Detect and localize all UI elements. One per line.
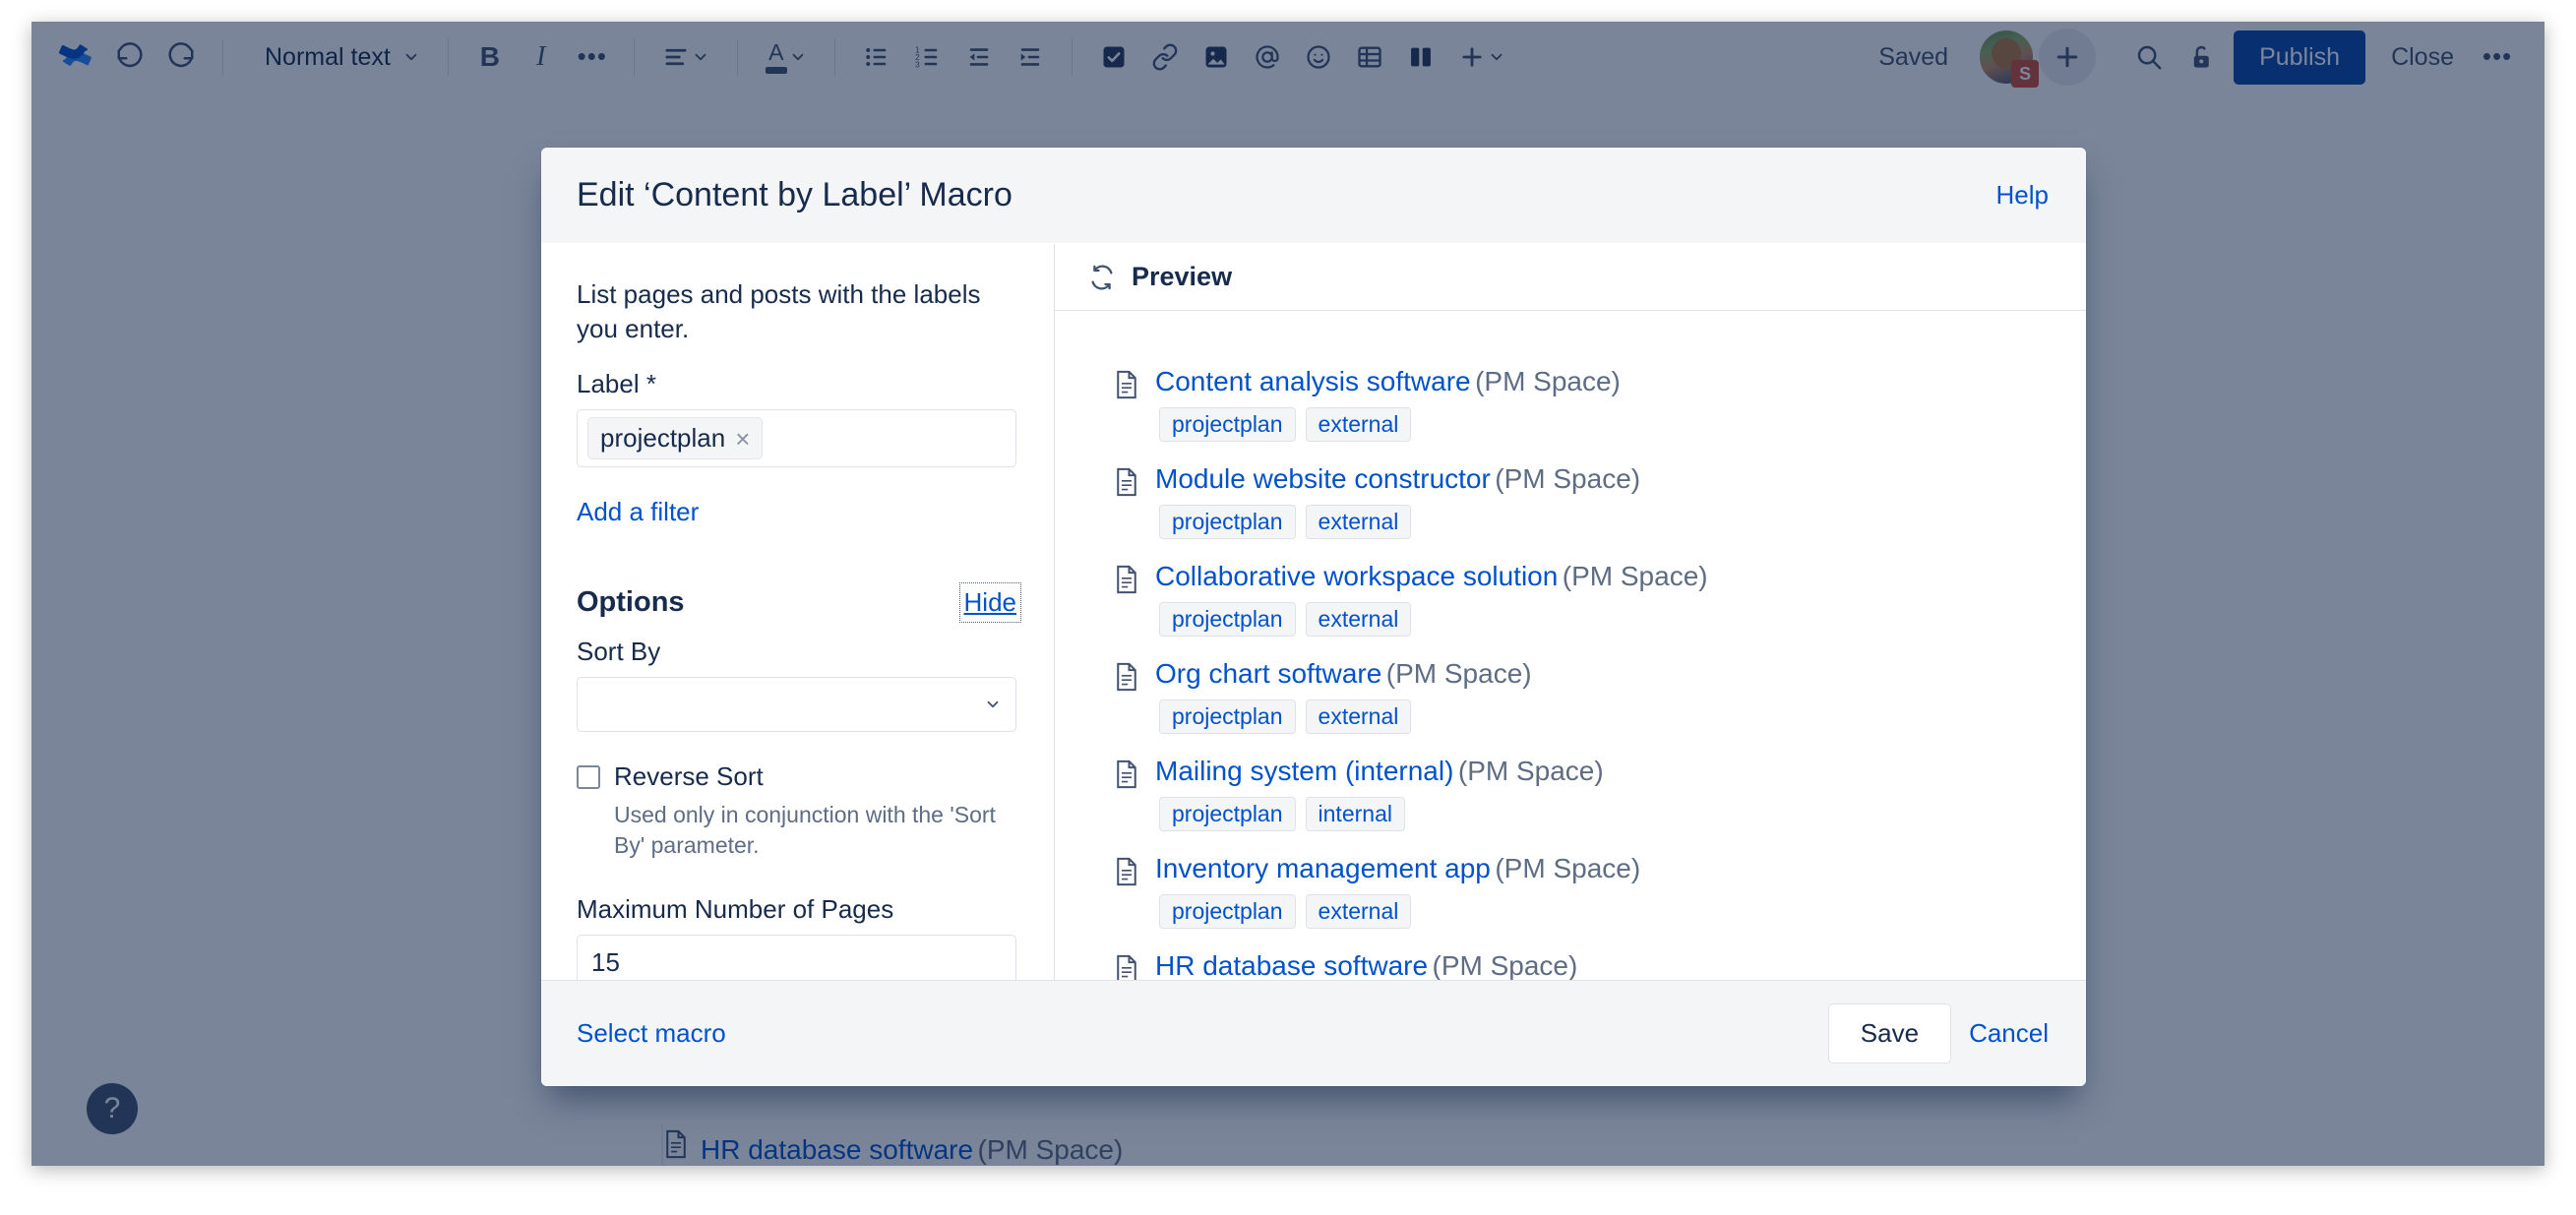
add-filter-link[interactable]: Add a filter: [577, 497, 699, 527]
page-document-icon: [1114, 759, 1139, 789]
macro-parameters-panel: List pages and posts with the labels you…: [541, 244, 1055, 980]
label-chip-list: projectplan external: [1159, 407, 2053, 442]
label-field-label: Label *: [577, 369, 1016, 399]
reverse-sort-checkbox[interactable]: [577, 765, 600, 789]
list-item: Content analysis software (PM Space) pro…: [1114, 366, 2053, 442]
page-space: (PM Space): [1433, 950, 1578, 980]
preview-title: Preview: [1132, 262, 1232, 292]
dialog-body: List pages and posts with the labels you…: [541, 244, 2086, 980]
label-chip[interactable]: external: [1306, 407, 1412, 442]
reverse-sort-hint: Used only in conjunction with the 'Sort …: [614, 800, 1016, 861]
page-link[interactable]: Collaborative workspace solution: [1155, 561, 1558, 591]
page-document-icon: [1114, 857, 1139, 886]
label-chip[interactable]: projectplan: [1159, 505, 1296, 539]
max-pages-input[interactable]: [577, 935, 1016, 980]
select-macro-link[interactable]: Select macro: [577, 1018, 726, 1049]
page-link[interactable]: Module website constructor: [1155, 463, 1491, 494]
list-item: Module website constructor (PM Space) pr…: [1114, 463, 2053, 539]
page-document-icon: [1114, 954, 1139, 980]
page-space: (PM Space): [1563, 561, 1708, 591]
dialog-title: Edit ‘Content by Label’ Macro: [577, 176, 1012, 214]
page-document-icon: [1114, 565, 1139, 594]
app-root: Normal text B I ••• A: [0, 0, 2576, 1215]
close-icon[interactable]: ×: [735, 426, 750, 452]
sort-by-label: Sort By: [577, 637, 1016, 667]
page-link[interactable]: Org chart software: [1155, 658, 1381, 689]
page-link[interactable]: HR database software: [1155, 950, 1428, 980]
label-chip-list: projectplan internal: [1159, 797, 2053, 831]
max-pages-group: Maximum Number of Pages: [577, 894, 1016, 980]
list-item: HR database software (PM Space) projectp…: [1114, 950, 2053, 980]
preview-header: Preview: [1055, 244, 2086, 311]
list-item: Org chart software (PM Space) projectpla…: [1114, 658, 2053, 734]
page-link[interactable]: Inventory management app: [1155, 853, 1491, 883]
page-document-icon: [1114, 662, 1139, 692]
label-token-text: projectplan: [600, 423, 725, 454]
label-chip-list: projectplan external: [1159, 505, 2053, 539]
label-chip-list: projectplan external: [1159, 894, 2053, 929]
page-link[interactable]: Mailing system (internal): [1155, 756, 1453, 786]
page-space: (PM Space): [1458, 756, 1604, 786]
page-document-icon: [1114, 370, 1139, 399]
refresh-icon[interactable]: [1088, 264, 1116, 291]
label-chip[interactable]: external: [1306, 894, 1412, 929]
reverse-sort-row[interactable]: Reverse Sort: [577, 761, 1016, 792]
label-chip-list: projectplan external: [1159, 602, 2053, 637]
help-link[interactable]: Help: [1996, 180, 2049, 211]
label-field-group: Label * projectplan ×: [577, 369, 1016, 467]
hide-options-link[interactable]: Hide: [964, 587, 1016, 618]
dialog-footer: Select macro Save Cancel: [541, 980, 2086, 1086]
label-chip-list: projectplan external: [1159, 699, 2053, 734]
preview-results-list: Content analysis software (PM Space) pro…: [1055, 311, 2086, 980]
page-link[interactable]: Content analysis software: [1155, 366, 1471, 396]
label-chip[interactable]: external: [1306, 602, 1412, 637]
dialog-header: Edit ‘Content by Label’ Macro Help: [541, 148, 2086, 244]
sort-by-select[interactable]: [577, 677, 1016, 732]
page-space: (PM Space): [1495, 853, 1640, 883]
save-button[interactable]: Save: [1828, 1003, 1951, 1063]
dialog-actions: Save Cancel: [1828, 1003, 2049, 1063]
max-pages-label: Maximum Number of Pages: [577, 894, 1016, 925]
list-item: Mailing system (internal) (PM Space) pro…: [1114, 756, 2053, 831]
label-chip[interactable]: projectplan: [1159, 699, 1296, 734]
label-chip[interactable]: internal: [1306, 797, 1405, 831]
label-chip[interactable]: external: [1306, 505, 1412, 539]
list-item: Collaborative workspace solution (PM Spa…: [1114, 561, 2053, 637]
sort-by-group: Sort By: [577, 637, 1016, 732]
cancel-link[interactable]: Cancel: [1969, 1018, 2049, 1049]
preview-panel: Preview Content analysis software (PM Sp…: [1055, 244, 2086, 980]
chevron-down-icon: [984, 696, 1002, 713]
options-title: Options: [577, 586, 685, 619]
page-space: (PM Space): [1475, 366, 1621, 396]
page-document-icon: [1114, 467, 1139, 497]
edit-macro-dialog: Edit ‘Content by Label’ Macro Help List …: [541, 148, 2086, 1086]
label-chip[interactable]: projectplan: [1159, 602, 1296, 637]
label-chip[interactable]: projectplan: [1159, 894, 1296, 929]
page-space: (PM Space): [1386, 658, 1532, 689]
macro-description: List pages and posts with the labels you…: [577, 277, 1016, 345]
label-chip[interactable]: projectplan: [1159, 797, 1296, 831]
label-token[interactable]: projectplan ×: [587, 417, 763, 459]
label-chip[interactable]: projectplan: [1159, 407, 1296, 442]
page-space: (PM Space): [1495, 463, 1640, 494]
reverse-sort-label: Reverse Sort: [614, 761, 764, 792]
label-input[interactable]: projectplan ×: [577, 409, 1016, 467]
list-item: Inventory management app (PM Space) proj…: [1114, 853, 2053, 929]
editor-window: Normal text B I ••• A: [31, 22, 2545, 1166]
options-header: Options Hide: [577, 586, 1016, 619]
label-chip[interactable]: external: [1306, 699, 1412, 734]
